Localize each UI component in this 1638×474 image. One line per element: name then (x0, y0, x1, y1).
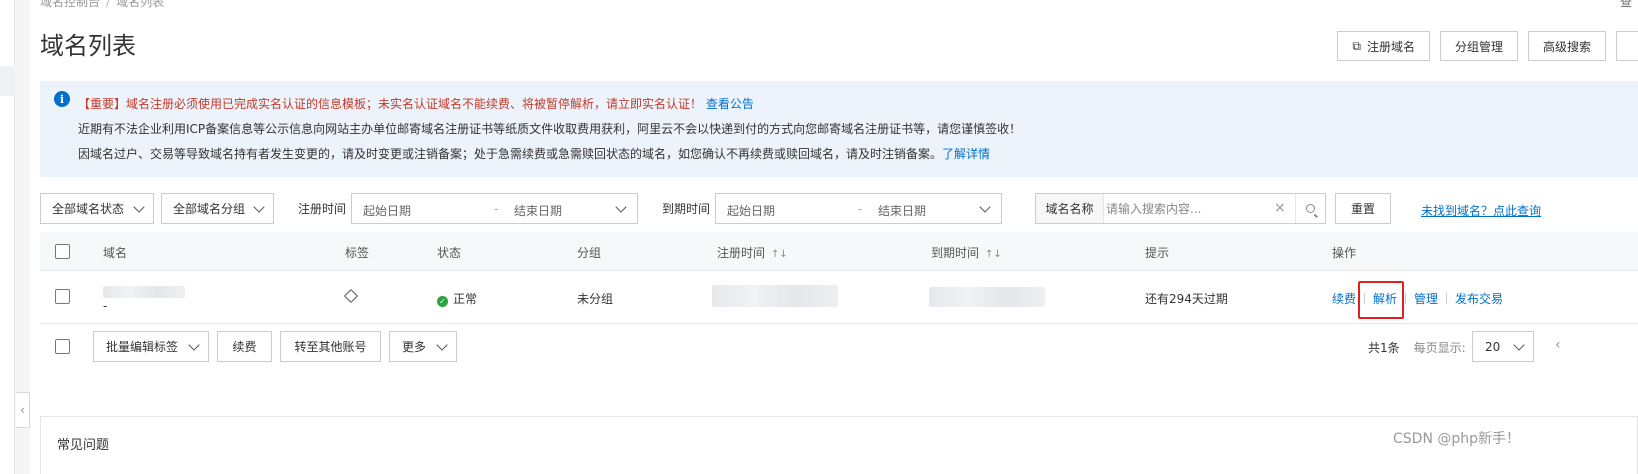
bulk-select-checkbox[interactable] (55, 339, 70, 354)
domain-group-select[interactable]: 全部域名分组 (161, 193, 274, 224)
bulk-actions-bar: 批量编辑标签 续费 转至其他账号 更多 共1条 每页显示: 20 ‹ (40, 331, 1638, 363)
notice-line-transfer: 因域名过户、交易等导致域名持有者发生变更的，请及时变更或注销备案；处于急需续费或… (78, 147, 991, 161)
page-size-select[interactable]: 20 (1472, 331, 1534, 362)
col-reg-time[interactable]: 注册时间 ↑↓ (717, 244, 788, 261)
transfer-account-button[interactable]: 转至其他账号 (280, 331, 381, 362)
bulk-renew-button[interactable]: 续费 (217, 331, 272, 362)
register-domain-button[interactable]: ⧉ 注册域名 (1337, 31, 1430, 61)
publish-trade-link[interactable]: 发布交易 (1455, 292, 1503, 306)
search-icon (1306, 204, 1315, 213)
reg-end-date[interactable]: 结束日期 (514, 202, 562, 219)
select-all-checkbox[interactable] (55, 244, 70, 259)
sort-icon: ↑↓ (771, 249, 788, 260)
chevron-down-icon (133, 201, 145, 213)
range-separator: - (494, 202, 499, 216)
main-content: 域名控制台 / 域名列表 查 域名列表 ⧉ 注册域名 分组管理 高级搜索 i 【重要】… (30, 0, 1638, 474)
reg-time-redacted (712, 285, 838, 307)
manage-link[interactable]: 管理 (1414, 292, 1438, 306)
exp-start-date[interactable]: 起始日期 (727, 202, 775, 219)
divider (1405, 293, 1407, 304)
sort-icon: ↑↓ (985, 249, 1002, 260)
chevron-left-icon: ‹ (20, 403, 25, 417)
chevron-down-icon (615, 201, 627, 213)
col-hint: 提示 (1145, 246, 1170, 260)
exp-end-date[interactable]: 结束日期 (878, 202, 926, 219)
view-announcement-link[interactable]: 查看公告 (706, 97, 754, 111)
breadcrumb: 域名控制台 / 域名列表 (40, 0, 164, 10)
prev-page-icon[interactable]: ‹ (1555, 337, 1561, 353)
chevron-down-icon (1513, 339, 1525, 351)
breadcrumb-root[interactable]: 域名控制台 (40, 0, 100, 9)
notice-banner: i 【重要】域名注册必须使用已完成实名认证的信息模板；未实名认证域名不能续费、将… (40, 81, 1638, 177)
clear-icon[interactable]: × (1274, 200, 1286, 216)
status-badge: ✓ 正常 (437, 290, 477, 307)
exp-date-range-picker[interactable]: 起始日期 - 结束日期 (715, 193, 1002, 224)
breadcrumb-separator: / (106, 0, 111, 9)
domain-name-redacted[interactable] (103, 286, 185, 298)
notice-line-fraud: 近期有不法企业利用ICP备案信息等公示信息向网站主办单位邮寄域名注册证书等纸质文… (78, 122, 1022, 136)
chevron-down-icon (188, 339, 200, 351)
learn-more-link[interactable]: 了解详情 (942, 147, 990, 161)
table-header: 域名 标签 状态 分组 注册时间 ↑↓ 到期时间 ↑↓ 提示 操作 (40, 232, 1638, 271)
highlight-box (1358, 281, 1404, 319)
breadcrumb-current: 域名列表 (116, 0, 165, 9)
chevron-down-icon (979, 201, 991, 213)
reset-button[interactable]: 重置 (1335, 193, 1391, 224)
col-status: 状态 (437, 246, 462, 260)
faq-title: 常见问题 (57, 438, 110, 453)
domain-sub-text: - (103, 299, 108, 313)
header-buttons: ⧉ 注册域名 分组管理 高级搜索 (1337, 31, 1638, 61)
hint-cell: 还有294天过期 (1145, 292, 1228, 306)
more-actions-select[interactable]: 更多 (389, 331, 457, 362)
divider (1446, 293, 1448, 304)
exp-time-redacted (929, 287, 1045, 307)
col-exp-time[interactable]: 到期时间 ↑↓ (931, 244, 1002, 261)
search-button[interactable] (1295, 194, 1325, 223)
range-separator: - (858, 202, 863, 216)
col-domain: 域名 (103, 246, 128, 260)
advanced-search-button[interactable]: 高级搜索 (1527, 31, 1606, 61)
external-link-icon: ⧉ (1352, 38, 1361, 53)
col-group: 分组 (577, 246, 602, 260)
group-cell: 未分组 (577, 292, 614, 306)
watermark: CSDN @php新手！ (1393, 431, 1521, 447)
tag-icon[interactable] (343, 288, 359, 304)
renew-link[interactable]: 续费 (1332, 292, 1356, 306)
row-checkbox[interactable] (55, 289, 70, 304)
bulk-edit-tags-select[interactable]: 批量编辑标签 (93, 331, 209, 362)
reg-time-label: 注册时间 (298, 202, 347, 216)
total-count: 共1条 (1368, 341, 1400, 355)
col-tag: 标签 (345, 246, 370, 260)
left-rail-active-mark (0, 66, 15, 96)
chevron-down-icon (436, 339, 448, 351)
chevron-down-icon (253, 201, 265, 213)
left-rail (0, 0, 15, 474)
more-header-button[interactable] (1616, 31, 1638, 61)
domain-status-select[interactable]: 全部域名状态 (40, 193, 154, 224)
group-manage-button[interactable]: 分组管理 (1439, 31, 1518, 61)
domain-search: 域名名称 × (1035, 193, 1326, 224)
sidebar-collapse-button[interactable]: ‹ (16, 392, 30, 428)
col-ops: 操作 (1332, 246, 1357, 260)
per-page-label: 每页显示: (1413, 341, 1466, 355)
filter-bar: 全部域名状态 全部域名分组 注册时间 起始日期 - 结束日期 到期时间 起始日期… (40, 193, 1638, 225)
check-circle-icon: ✓ (437, 296, 448, 307)
reg-start-date[interactable]: 起始日期 (363, 202, 411, 219)
top-right-link[interactable]: 查 (1620, 0, 1632, 10)
reg-date-range-picker[interactable]: 起始日期 - 结束日期 (351, 193, 638, 224)
info-icon: i (54, 91, 70, 107)
not-found-query-link[interactable]: 未找到域名？点此查询 (1421, 202, 1541, 219)
notice-line-important: 【重要】域名注册必须使用已完成实名认证的信息模板；未实名认证域名不能续费、将被暂… (78, 97, 754, 111)
pager-info: 共1条 每页显示: (1368, 339, 1466, 356)
exp-time-label: 到期时间 (662, 202, 711, 216)
search-field-label[interactable]: 域名名称 (1036, 194, 1104, 223)
page-title: 域名列表 (40, 32, 136, 60)
search-input[interactable] (1106, 196, 1266, 221)
